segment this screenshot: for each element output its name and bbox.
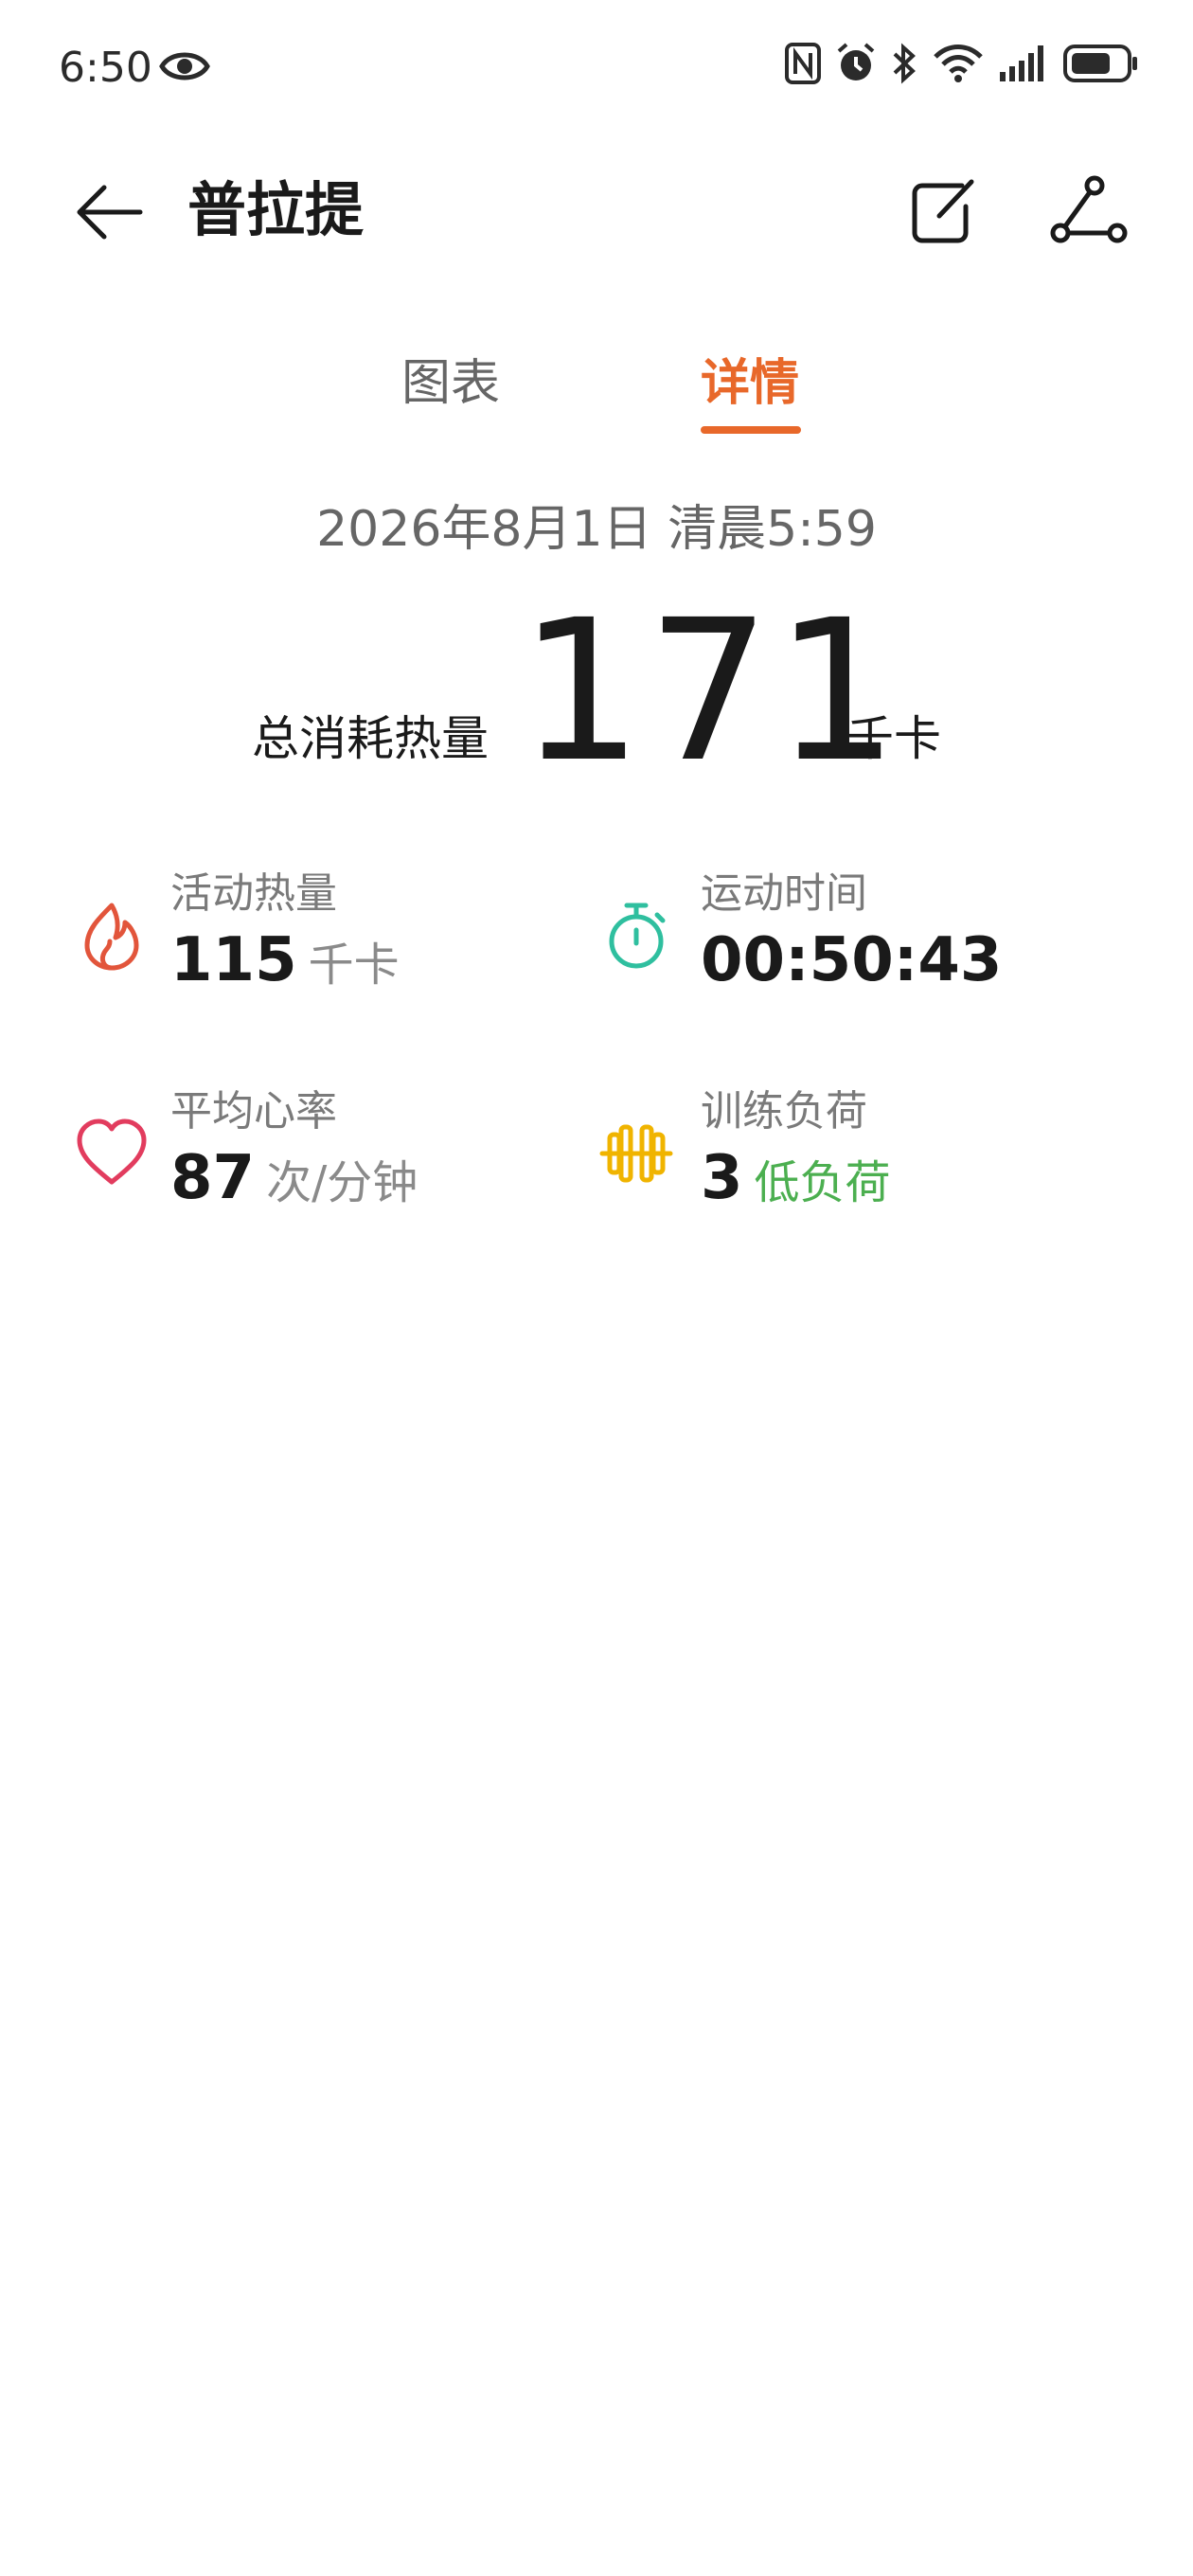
heart-rate-unit: 次/分钟	[266, 1156, 418, 1209]
total-calories-label: 总消耗热量	[252, 711, 489, 766]
edit-icon	[912, 179, 974, 243]
status-icons	[784, 42, 1140, 89]
eye-icon	[159, 45, 210, 91]
heart-icon	[77, 1118, 147, 1185]
workout-time-stat	[598, 898, 674, 977]
active-calories-unit: 千卡	[308, 939, 400, 992]
total-calories-unit: 千卡	[846, 711, 941, 766]
active-calories-stat	[74, 898, 150, 977]
tab-chart[interactable]: 图表	[401, 350, 500, 417]
training-load-label: 训练负荷	[701, 1087, 867, 1136]
workout-time-label: 运动时间	[701, 869, 867, 918]
active-tab-indicator	[701, 426, 801, 434]
workout-datetime: 2026年8月1日 清晨5:59	[316, 501, 877, 558]
nfc-icon	[784, 42, 822, 89]
total-calories-value: 171	[519, 578, 903, 805]
training-load-level: 低负荷	[754, 1156, 891, 1209]
training-load-value: 3	[701, 1143, 743, 1213]
alarm-icon	[835, 42, 877, 89]
bluetooth-icon	[890, 42, 918, 89]
page-title: 普拉提	[187, 175, 365, 244]
route-button[interactable]	[1049, 172, 1129, 252]
edit-button[interactable]	[905, 172, 981, 248]
back-arrow-icon	[77, 185, 143, 240]
heart-rate-value: 87	[170, 1143, 256, 1213]
wifi-icon	[932, 42, 985, 89]
signal-icon	[998, 42, 1049, 89]
active-calories-label: 活动热量	[170, 869, 337, 918]
active-calories-value: 115	[170, 925, 297, 995]
stopwatch-icon	[609, 903, 666, 969]
battery-icon	[1062, 42, 1140, 89]
status-time: 6:50	[59, 44, 152, 92]
training-load-stat	[598, 1116, 674, 1195]
workout-time-value: 00:50:43	[701, 925, 1003, 995]
back-button[interactable]	[74, 176, 146, 248]
flame-icon	[84, 903, 139, 971]
dumbbell-icon	[599, 1124, 673, 1183]
heart-rate-stat	[74, 1116, 150, 1195]
tab-detail[interactable]: 详情	[701, 350, 799, 417]
heart-rate-label: 平均心率	[170, 1087, 337, 1136]
route-icon	[1050, 175, 1128, 243]
